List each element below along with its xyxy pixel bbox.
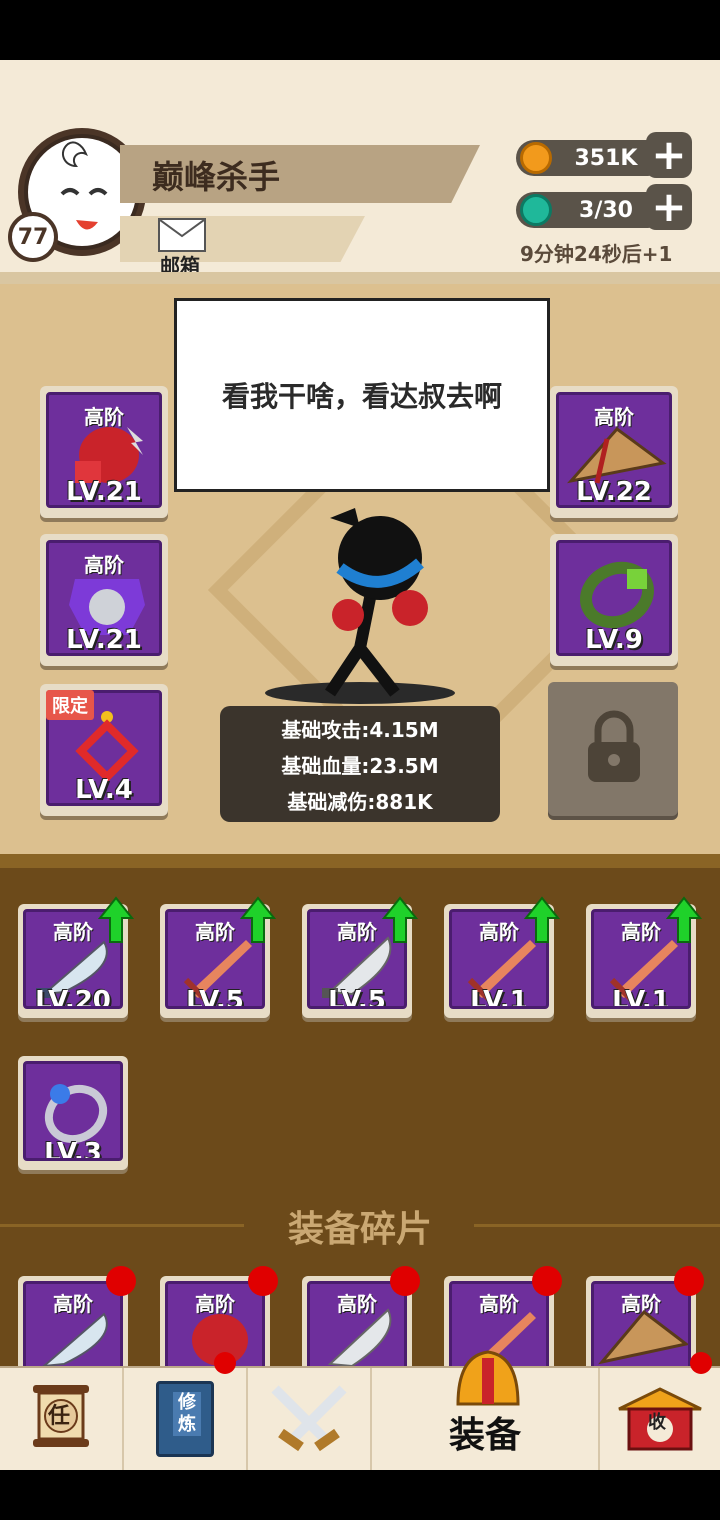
energy-gem-icon [520, 194, 552, 226]
helmet-icon [456, 1350, 520, 1406]
inventory-edge [0, 854, 720, 868]
mail-icon[interactable] [158, 218, 206, 252]
equip-slot-charm[interactable]: LV.4 限定 [40, 684, 168, 816]
equip-slot-gloves[interactable]: 高阶 LV.21 [40, 386, 168, 518]
level-label: LV.1 [470, 986, 528, 1009]
upgrade-arrow-icon [382, 896, 418, 943]
notification-dot [248, 1266, 278, 1296]
nav-cultivate[interactable]: 修炼 [124, 1352, 248, 1470]
status-bar [0, 0, 720, 60]
nav-cultivate-label: 修炼 [173, 1392, 201, 1436]
mail-banner [120, 216, 365, 262]
crossed-swords-icon [271, 1385, 347, 1452]
level-label: LV.21 [66, 477, 142, 507]
add-energy-button[interactable]: + [646, 184, 692, 230]
gold-coin-icon [520, 142, 552, 174]
nav-battle[interactable] [248, 1368, 372, 1470]
level-label: LV.5 [186, 986, 244, 1009]
lock-icon [588, 710, 640, 782]
slot-bg: 高阶 LV.21 [46, 540, 162, 656]
system-nav-bar [0, 1470, 720, 1520]
nav-task-label: 任 [48, 1404, 71, 1429]
notification-dot [106, 1266, 136, 1296]
player-name: 巅峰杀手 [152, 158, 281, 196]
notification-dot [674, 1266, 704, 1296]
limited-badge: 限定 [46, 690, 94, 720]
level-label: LV.3 [44, 1138, 102, 1161]
stickman-character-icon[interactable] [300, 498, 450, 698]
inventory-item[interactable]: LV.3 [18, 1056, 128, 1170]
slot-bg: LV.3 [23, 1061, 123, 1161]
nav-collect-label: 收 [648, 1412, 666, 1433]
upgrade-arrow-icon [240, 896, 276, 943]
level-label: LV.9 [585, 625, 643, 655]
fragments-title: 装备碎片 [287, 1209, 432, 1250]
header-divider [0, 272, 720, 284]
energy-value: 3/30 [579, 197, 633, 223]
slot-bg: LV.9 [556, 540, 672, 656]
notification-dot [390, 1266, 420, 1296]
locked-slot[interactable] [548, 682, 678, 816]
add-gold-button[interactable]: + [646, 132, 692, 178]
stat-hp: 基础血量:23.5M [281, 754, 439, 778]
upgrade-arrow-icon [666, 896, 702, 943]
nav-equip[interactable]: 装备 [372, 1350, 600, 1470]
level-label: LV.1 [612, 986, 670, 1009]
notification-dot [690, 1352, 712, 1374]
level-label: LV.5 [328, 986, 386, 1009]
nav-equip-label: 装备 [448, 1415, 521, 1456]
player-level-badge: 77 [8, 212, 58, 262]
upgrade-arrow-icon [98, 896, 134, 943]
base-stats-panel: 基础攻击:4.15M 基础血量:23.5M 基础减伤:881K [220, 706, 500, 822]
ring-icon [44, 1084, 108, 1144]
silver-blade-icon [327, 1308, 392, 1368]
stat-defense: 基础减伤:881K [287, 790, 433, 814]
nav-tasks[interactable]: 任 [0, 1368, 124, 1470]
jade-bracelet-icon [579, 561, 655, 629]
slot-bg: 高阶 LV.22 [556, 392, 672, 508]
equip-slot-armor[interactable]: 高阶 LV.21 [40, 534, 168, 666]
gold-value: 351K [574, 145, 638, 171]
curved-blade-icon [40, 1312, 108, 1368]
upgrade-arrow-icon [524, 896, 560, 943]
speech-bubble: 看我干啥，看达叔去啊 [174, 298, 550, 492]
slot-bg: 高阶 LV.21 [46, 392, 162, 508]
stat-attack: 基础攻击:4.15M [281, 718, 439, 742]
notification-dot [532, 1266, 562, 1296]
level-label: LV.4 [75, 775, 133, 805]
energy-timer: 9分钟24秒后+1 [520, 242, 673, 266]
equip-slot-hat[interactable]: 高阶 LV.22 [550, 386, 678, 518]
nav-collect[interactable]: 收 [600, 1352, 720, 1470]
level-label: LV.21 [66, 625, 142, 655]
level-label: LV.22 [576, 477, 652, 507]
straw-hat-icon [598, 1309, 688, 1365]
notification-dot [214, 1352, 236, 1374]
equip-slot-bracelet[interactable]: LV.9 [550, 534, 678, 666]
book-icon: 修炼 [156, 1381, 214, 1457]
level-label: LV.20 [35, 986, 111, 1009]
